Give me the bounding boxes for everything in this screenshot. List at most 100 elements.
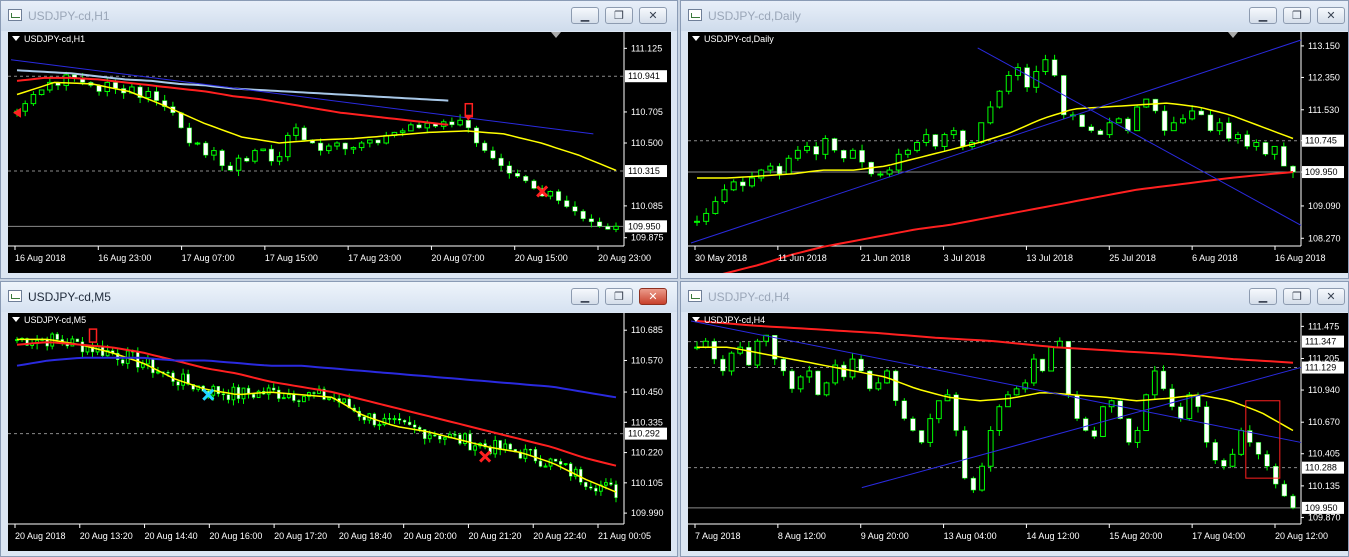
candle-bull xyxy=(1179,118,1186,124)
candle-bull xyxy=(367,139,373,144)
minimize-button[interactable]: ▁ xyxy=(571,7,599,24)
candle-bear xyxy=(397,418,402,421)
candle-bear xyxy=(859,150,865,163)
candle-bull xyxy=(1048,346,1055,372)
chart-window-h1[interactable]: USDJPY-cd,H1 ▁ ❐ ✕ 111.125 110.705 110.500… xyxy=(0,0,678,279)
candle-bull xyxy=(804,145,811,151)
price-level-label: 109.950 xyxy=(628,221,661,231)
chart-canvas[interactable]: 111.475111.205110.940110.670110.405110.1… xyxy=(688,313,1348,551)
candle-bear xyxy=(1281,483,1288,497)
scroll-shift-marker-icon[interactable] xyxy=(551,32,561,38)
candle-bear xyxy=(609,482,613,485)
price-chart[interactable]: 110.685 110.570 110.450 110.335 110.220 110.1… xyxy=(8,313,671,551)
symbol-text: USDJPY-cd,H4 xyxy=(704,315,766,325)
candle-bear xyxy=(523,176,529,182)
restore-button[interactable]: ❐ xyxy=(1283,7,1311,24)
candle-bull xyxy=(286,393,291,399)
chart-window-daily[interactable]: USDJPY-cd,Daily ▁ ❐ ✕ 113.150 112.350 111.… xyxy=(680,0,1349,279)
price-chart[interactable]: 113.150 112.350 111.530 110.745 109.950 109.0… xyxy=(688,32,1348,273)
candle-bull xyxy=(1115,118,1122,124)
price-chart[interactable]: 111.125 110.705 110.500 110.085 109.875 110.9… xyxy=(8,32,671,273)
candle-bull xyxy=(978,122,985,143)
candle-bear xyxy=(564,200,570,207)
candle-bull xyxy=(563,463,568,466)
candle-bull xyxy=(1134,106,1141,132)
candle-bear xyxy=(449,121,455,126)
candle-bear xyxy=(121,359,125,364)
candle-bull xyxy=(767,165,774,171)
symbol-text: USDJPY-cd,H1 xyxy=(24,34,86,44)
minimize-button[interactable]: ▁ xyxy=(1249,7,1277,24)
trend-line xyxy=(10,59,594,135)
signal-box-icon xyxy=(88,328,98,343)
candle-bull xyxy=(797,376,804,390)
candle-bear xyxy=(1203,406,1210,443)
chart-window-icon xyxy=(8,9,22,21)
candle-bear xyxy=(251,393,256,398)
candle-bear xyxy=(219,150,225,166)
price-level-label: 111.129 xyxy=(1305,363,1336,373)
candle-bear xyxy=(858,358,864,372)
close-button[interactable]: ✕ xyxy=(1317,7,1345,24)
price-tick-label: 110.570 xyxy=(631,355,663,365)
candle-bear xyxy=(1039,358,1046,372)
chart-canvas[interactable]: 113.150 112.350 111.530 110.745 109.950 109.0… xyxy=(688,32,1348,273)
candle-bear xyxy=(831,138,838,151)
dropdown-triangle-icon[interactable] xyxy=(12,36,20,41)
price-tick-label: 109.090 xyxy=(1308,201,1341,211)
time-tick-label: 17 Aug 04:00 xyxy=(1192,531,1245,541)
candle-bear xyxy=(1207,114,1214,131)
price-chart[interactable]: 111.475 111.205 110.940 110.670 110.405 110.1… xyxy=(688,313,1348,551)
time-tick-label: 20 Aug 14:40 xyxy=(145,531,198,541)
candle-bear xyxy=(780,358,787,372)
time-tick-label: 20 Aug 07:00 xyxy=(431,253,484,263)
candle-bull xyxy=(63,74,70,86)
restore-button[interactable]: ❐ xyxy=(605,288,633,305)
candle-bull xyxy=(923,134,930,143)
restore-button[interactable]: ❐ xyxy=(605,7,633,24)
price-tick-label: 110.685 xyxy=(631,325,663,335)
scroll-shift-marker-icon[interactable] xyxy=(1228,32,1238,38)
dropdown-triangle-icon[interactable] xyxy=(692,36,700,41)
restore-button[interactable]: ❐ xyxy=(1283,288,1311,305)
candle-bull xyxy=(1271,145,1278,155)
dropdown-triangle-icon[interactable] xyxy=(12,317,20,322)
candle-bear xyxy=(528,449,533,451)
candle-bear xyxy=(272,387,276,391)
candle-bear xyxy=(1088,126,1095,131)
candle-bear xyxy=(740,181,746,187)
price-tick-label: 109.870 xyxy=(1308,512,1341,522)
chart-canvas[interactable]: 110.685 110.570 110.450 110.335 110.220 110.1… xyxy=(8,313,671,551)
candle-bear xyxy=(151,358,155,374)
time-tick-label: 20 Aug 2018 xyxy=(15,531,66,541)
candle-bull xyxy=(1013,388,1020,396)
candle-bull xyxy=(493,439,498,455)
candle-bear xyxy=(746,346,752,366)
price-tick-label: 109.990 xyxy=(631,508,664,518)
candle-bull xyxy=(252,150,258,162)
chart-window-h4[interactable]: USDJPY-cd,H4 ▁ ❐ ✕ 111.475 111.205 110.940… xyxy=(680,281,1349,557)
close-button[interactable]: ✕ xyxy=(639,288,667,305)
price-tick-label: 110.335 xyxy=(631,417,663,427)
close-button[interactable]: ✕ xyxy=(639,7,667,24)
candle-bear xyxy=(776,165,783,175)
candle-bull xyxy=(875,382,882,390)
candle-bull xyxy=(285,134,291,158)
candle-bear xyxy=(556,191,562,201)
chart-window-m5[interactable]: USDJPY-cd,M5 ▁ ❐ ✕ 110.685 110.570 110.450… xyxy=(0,281,678,557)
time-tick-label: 20 Aug 13:20 xyxy=(80,531,133,541)
candle-bear xyxy=(508,443,512,450)
candle-bear xyxy=(506,165,512,174)
candle-bear xyxy=(75,338,80,343)
dropdown-triangle-icon[interactable] xyxy=(692,317,700,322)
candle-bull xyxy=(712,201,719,214)
close-button[interactable]: ✕ xyxy=(1317,288,1345,305)
candle-bear xyxy=(433,434,437,437)
chart-symbol-label: USDJPY-cd,Daily xyxy=(692,34,774,44)
chart-canvas[interactable]: 111.125 110.705 110.500 110.085 109.875 110.9… xyxy=(8,32,671,273)
candle-bull xyxy=(457,119,463,126)
minimize-button[interactable]: ▁ xyxy=(571,288,599,305)
price-level-label: 109.950 xyxy=(1305,167,1338,177)
candle-bear xyxy=(1079,114,1085,127)
minimize-button[interactable]: ▁ xyxy=(1249,288,1277,305)
